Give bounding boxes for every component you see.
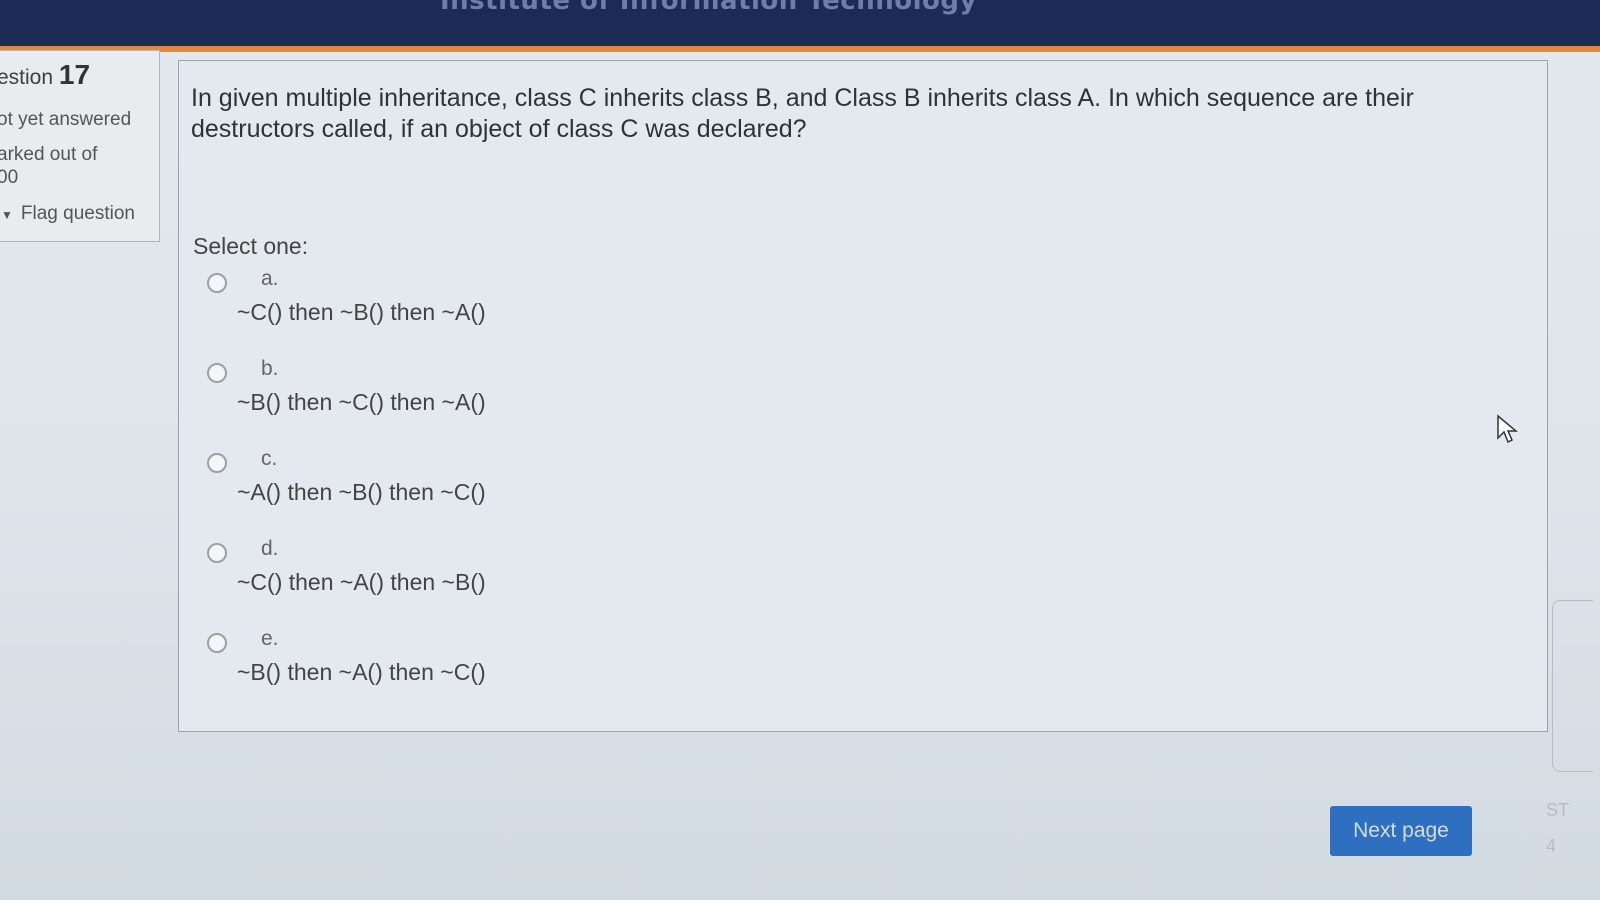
grade-label: arked out of: [0, 144, 98, 165]
flag-label: Flag question: [20, 203, 135, 224]
question-state: ot yet answered: [0, 109, 132, 130]
option-e-letter: e.: [261, 627, 279, 650]
option-d[interactable]: d. ~C() then ~A() then ~B(): [199, 537, 999, 627]
option-b[interactable]: b. ~B() then ~C() then ~A(): [199, 357, 999, 447]
edge-text-line1: ST: [1546, 800, 1570, 820]
side-panel-edge: [1552, 600, 1593, 772]
answer-options: a. ~C() then ~B() then ~A() b. ~B() then…: [199, 267, 999, 717]
site-title: Institute of Information Technology: [440, 0, 977, 16]
question-formulation: In given multiple inheritance, class C i…: [178, 60, 1548, 732]
option-a[interactable]: a. ~C() then ~B() then ~A(): [199, 267, 999, 357]
edge-text: ST 4: [1546, 792, 1569, 864]
question-text: In given multiple inheritance, class C i…: [191, 84, 1414, 143]
option-e-text[interactable]: ~B() then ~A() then ~C(): [237, 659, 486, 686]
edge-text-line2: 4: [1546, 836, 1557, 856]
mouse-cursor-icon: [1497, 414, 1518, 444]
option-a-radio[interactable]: [207, 273, 227, 293]
question-number: estion 17: [0, 59, 90, 91]
option-a-letter: a.: [261, 267, 279, 290]
site-header: Institute of Information Technology: [0, 0, 1600, 52]
option-e-radio[interactable]: [207, 633, 227, 653]
option-c-letter: c.: [261, 447, 278, 470]
option-b-text[interactable]: ~B() then ~C() then ~A(): [237, 389, 486, 416]
option-d-letter: d.: [261, 537, 279, 560]
flag-icon: ▼: [1, 208, 13, 222]
option-c-text[interactable]: ~A() then ~B() then ~C(): [237, 479, 486, 506]
option-c-radio[interactable]: [207, 453, 227, 473]
option-b-letter: b.: [261, 357, 279, 380]
select-one-prompt: Select one:: [193, 233, 309, 259]
option-e[interactable]: e. ~B() then ~A() then ~C(): [199, 627, 999, 717]
question-info-panel: estion 17 ot yet answered arked out of 0…: [0, 50, 160, 242]
next-page-button[interactable]: Next page: [1330, 806, 1472, 856]
grade-value: 00: [0, 167, 19, 188]
option-c[interactable]: c. ~A() then ~B() then ~C(): [199, 447, 999, 537]
option-d-text[interactable]: ~C() then ~A() then ~B(): [237, 569, 486, 596]
question-label: estion: [0, 66, 54, 89]
flag-question-link[interactable]: ▼ Flag question: [1, 203, 135, 225]
question-number-value: 17: [58, 59, 91, 90]
option-d-radio[interactable]: [207, 543, 227, 563]
question-grade: arked out of 00: [0, 143, 97, 189]
option-a-text[interactable]: ~C() then ~B() then ~A(): [237, 299, 486, 326]
option-b-radio[interactable]: [207, 363, 227, 383]
